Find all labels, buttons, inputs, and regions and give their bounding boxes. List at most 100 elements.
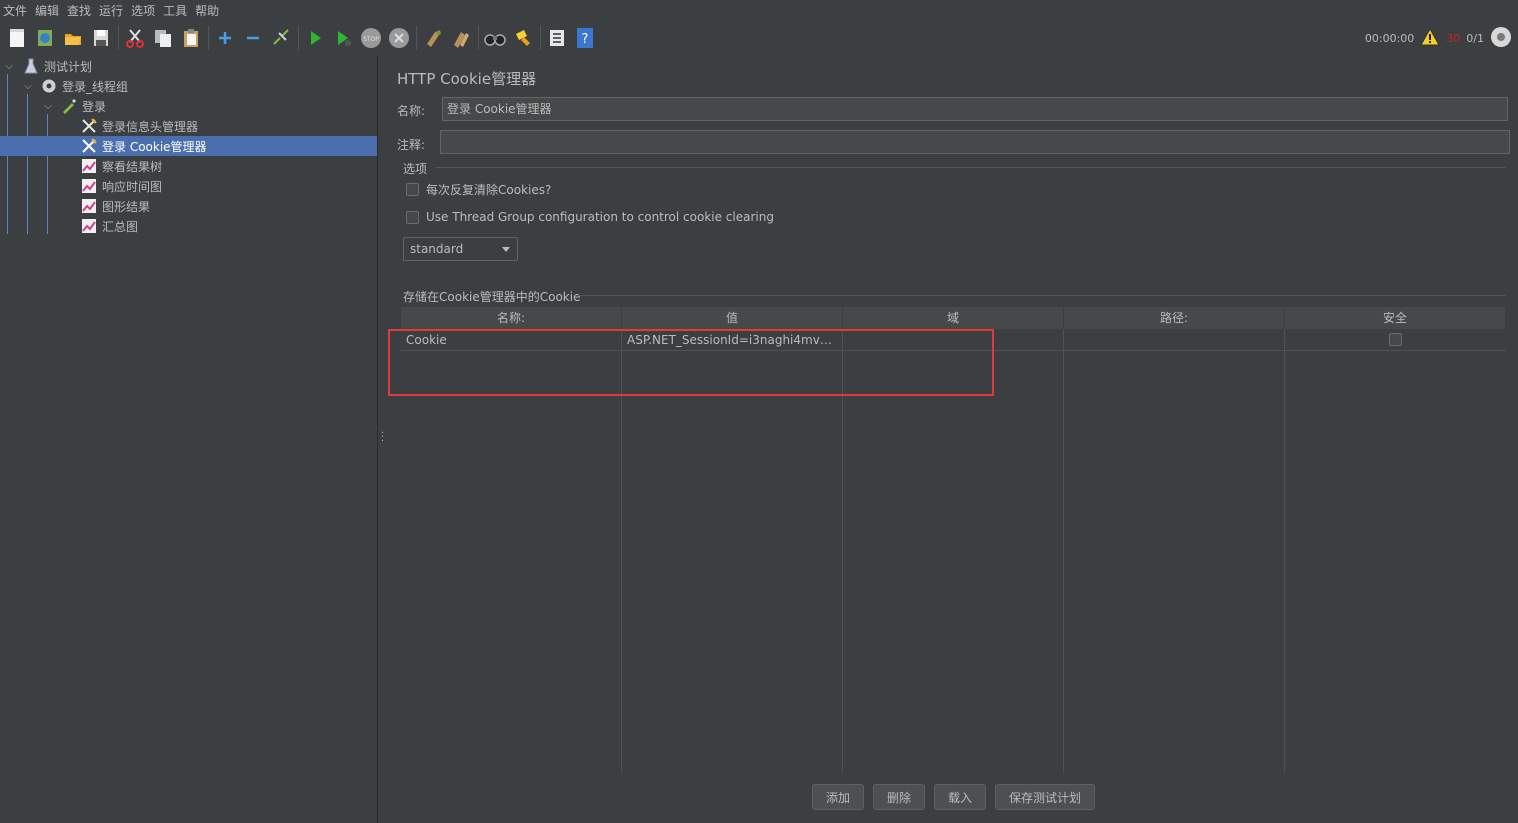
tree-node-label: 察看结果树	[102, 159, 163, 174]
menu-file[interactable]: 文件	[0, 2, 30, 19]
cell-secure-checkbox[interactable]	[1389, 333, 1402, 346]
status-area: 00:00:00 30 0/1	[1365, 26, 1512, 50]
cookie-policy-select[interactable]: standard	[403, 237, 518, 261]
toolbar-separator	[478, 26, 479, 50]
open-icon[interactable]	[62, 27, 84, 49]
toolbar-separator	[416, 26, 417, 50]
tree-node-header-manager[interactable]: 登录信息头管理器	[0, 116, 377, 136]
reset-search-icon[interactable]	[512, 27, 534, 49]
menu-edit[interactable]: 编辑	[32, 2, 62, 19]
cookie-manager-panel: HTTP Cookie管理器 名称: 登录 Cookie管理器 注释: 选项 每…	[388, 56, 1518, 823]
start-no-pause-icon[interactable]	[332, 27, 354, 49]
cut-icon[interactable]	[124, 27, 146, 49]
column-divider	[1063, 329, 1064, 772]
column-header-secure[interactable]: 安全	[1285, 307, 1506, 329]
column-header-domain[interactable]: 域	[843, 307, 1064, 329]
stop-icon[interactable]: STOP	[360, 27, 382, 49]
use-thread-group-option[interactable]: Use Thread Group configuration to contro…	[406, 210, 774, 224]
use-thread-group-label: Use Thread Group configuration to contro…	[426, 210, 774, 224]
start-icon[interactable]	[304, 27, 326, 49]
cell-path[interactable]	[1069, 330, 1279, 350]
drag-handle-icon: · · ·	[381, 428, 385, 447]
chevron-down-icon[interactable]: ⌵	[22, 80, 34, 92]
paste-icon[interactable]	[180, 27, 202, 49]
chart-icon	[80, 158, 98, 174]
menu-search[interactable]: 查找	[64, 2, 94, 19]
clear-each-iteration-checkbox[interactable]	[406, 183, 419, 196]
column-header-path[interactable]: 路径:	[1064, 307, 1285, 329]
tree-node-label: 登录 Cookie管理器	[102, 139, 207, 154]
tree-node-view-results-tree[interactable]: 察看结果树	[0, 156, 377, 176]
tree-node-label: 测试计划	[44, 59, 93, 74]
error-count: 30	[1446, 31, 1461, 45]
add-button[interactable]: 添加	[812, 784, 864, 810]
tree-node-summary-graph[interactable]: 汇总图	[0, 216, 377, 236]
name-field[interactable]: 登录 Cookie管理器	[442, 97, 1508, 121]
chevron-down-icon[interactable]: ⌵	[3, 60, 15, 72]
panel-splitter[interactable]: · · ·	[377, 56, 387, 823]
chart-icon	[80, 178, 98, 194]
search-icon[interactable]	[484, 27, 506, 49]
flask-icon	[22, 58, 40, 74]
thread-count: 0/1	[1466, 31, 1484, 45]
tree-node-label: 登录	[82, 99, 107, 114]
chart-icon	[80, 218, 98, 234]
expand-icon[interactable]	[214, 27, 236, 49]
tree-node-graph-results[interactable]: 图形结果	[0, 196, 377, 216]
clear-icon[interactable]	[422, 27, 444, 49]
collapse-icon[interactable]	[242, 27, 264, 49]
gear-icon	[40, 78, 58, 94]
tree-node-label: 登录信息头管理器	[102, 119, 199, 134]
options-divider	[436, 167, 1506, 168]
help-icon[interactable]: ?	[574, 27, 596, 49]
templates-icon[interactable]	[34, 27, 56, 49]
toolbar-separator	[208, 26, 209, 50]
tree-node-test-plan[interactable]: ⌵ 测试计划	[0, 56, 377, 76]
warning-icon[interactable]	[1420, 27, 1441, 49]
toolbar-separator	[540, 26, 541, 50]
tree-node-label: 响应时间图	[102, 179, 163, 194]
clear-all-icon[interactable]	[450, 27, 472, 49]
menu-help[interactable]: 帮助	[192, 2, 222, 19]
tools-icon	[80, 118, 98, 134]
delete-button[interactable]: 删除	[873, 784, 925, 810]
cookie-policy-value: standard	[410, 242, 464, 256]
menu-run[interactable]: 运行	[96, 2, 126, 19]
new-icon[interactable]	[6, 27, 28, 49]
chevron-down-icon[interactable]: ⌵	[42, 100, 54, 112]
chart-icon	[80, 198, 98, 214]
menu-tools[interactable]: 工具	[160, 2, 190, 19]
comment-field[interactable]	[440, 130, 1510, 154]
tree-node-label: 登录_线程组	[62, 79, 129, 94]
highlight-box	[388, 329, 994, 396]
menu-bar: 文件 编辑 查找 运行 选项 工具 帮助	[0, 0, 1518, 20]
load-button[interactable]: 载入	[934, 784, 986, 810]
column-header-value[interactable]: 值	[622, 307, 843, 329]
save-test-plan-button[interactable]: 保存测试计划	[995, 784, 1095, 810]
chevron-down-icon	[502, 247, 510, 252]
clear-each-iteration-label: 每次反复清除Cookies?	[426, 183, 552, 197]
svg-text:?: ?	[582, 32, 589, 47]
toggle-icon[interactable]	[270, 27, 292, 49]
tree-node-cookie-manager[interactable]: 登录 Cookie管理器	[0, 136, 377, 156]
function-helper-icon[interactable]	[546, 27, 568, 49]
shutdown-icon[interactable]	[388, 27, 410, 49]
tree-node-response-time-graph[interactable]: 响应时间图	[0, 176, 377, 196]
column-divider	[1284, 329, 1285, 772]
menu-options[interactable]: 选项	[128, 2, 158, 19]
tree-node-thread-group[interactable]: ⌵ 登录_线程组	[0, 76, 377, 96]
clear-each-iteration-option[interactable]: 每次反复清除Cookies?	[406, 181, 551, 198]
tree-node-login-sampler[interactable]: ⌵ 登录	[0, 96, 377, 116]
stored-cookies-section-label: 存储在Cookie管理器中的Cookie	[403, 290, 581, 304]
comment-label: 注释:	[397, 138, 426, 152]
toolbar-separator	[118, 26, 119, 50]
stored-cookies-divider	[578, 295, 1506, 296]
toolbar-separator	[298, 26, 299, 50]
use-thread-group-checkbox[interactable]	[406, 210, 419, 224]
save-icon[interactable]	[90, 27, 112, 49]
options-section-label: 选项	[403, 162, 428, 176]
column-header-name[interactable]: 名称:	[401, 307, 622, 329]
copy-icon[interactable]	[152, 27, 174, 49]
svg-text:STOP: STOP	[363, 36, 379, 43]
toolbar: STOP ?	[0, 22, 1518, 54]
